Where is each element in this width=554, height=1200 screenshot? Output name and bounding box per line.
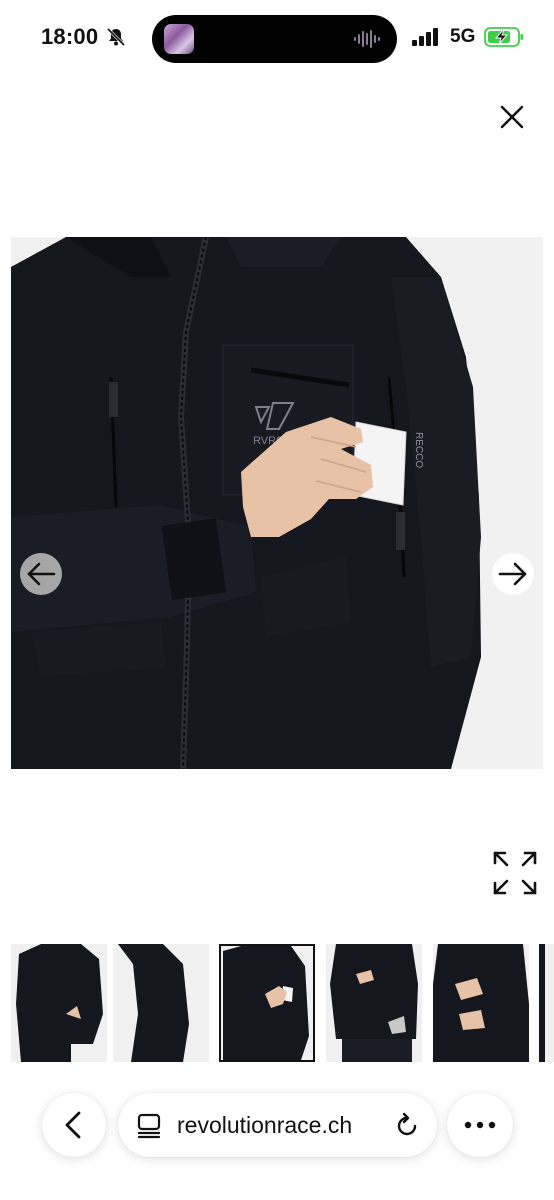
tabs-icon[interactable] [135,1112,163,1140]
thumbnail-3-image [221,946,313,1060]
browser-back-button[interactable] [42,1093,106,1157]
dynamic-island[interactable] [152,15,397,63]
thumbnail-2-image [113,944,209,1062]
now-playing-artwork [164,24,194,54]
thumbnail-5[interactable] [433,944,529,1062]
recco-label: RECCO [413,432,424,468]
battery-charging-icon [484,27,523,47]
thumbnail-6-partial[interactable] [539,944,554,1062]
url-text[interactable]: revolutionrace.ch [177,1112,352,1139]
thumbnail-strip[interactable] [0,944,554,1062]
close-icon[interactable] [496,101,528,133]
chevron-left-icon [65,1111,81,1139]
next-image-button[interactable] [492,553,534,595]
network-type: 5G [450,26,476,47]
thumbnail-1-image [11,944,107,1062]
bell-muted-icon [106,27,126,47]
thumbnail-3-selected[interactable] [219,944,315,1062]
thumbnail-6-image [539,944,554,1062]
arrow-left-icon [27,562,56,586]
expand-icon[interactable] [492,850,538,896]
status-time: 18:00 [41,24,99,49]
status-bar: 18:00 5G [0,0,554,76]
jacket-closeup-illustration: RVRC RECCO [11,237,543,769]
thumbnail-4-image [326,944,422,1062]
previous-image-button[interactable] [20,553,62,595]
more-options-button[interactable] [447,1093,513,1157]
thumbnail-2[interactable] [113,944,209,1062]
reload-icon[interactable] [393,1112,421,1140]
signal-bars-icon [412,28,438,46]
thumbnail-5-image [433,944,529,1062]
audio-wave-icon [354,30,380,48]
thumbnail-4[interactable] [326,944,422,1062]
thumbnail-1[interactable] [11,944,107,1062]
product-main-image[interactable]: RVRC RECCO [11,237,543,769]
arrow-right-icon [498,562,527,586]
more-dots-icon [464,1121,496,1129]
address-bar[interactable]: revolutionrace.ch [118,1093,437,1157]
